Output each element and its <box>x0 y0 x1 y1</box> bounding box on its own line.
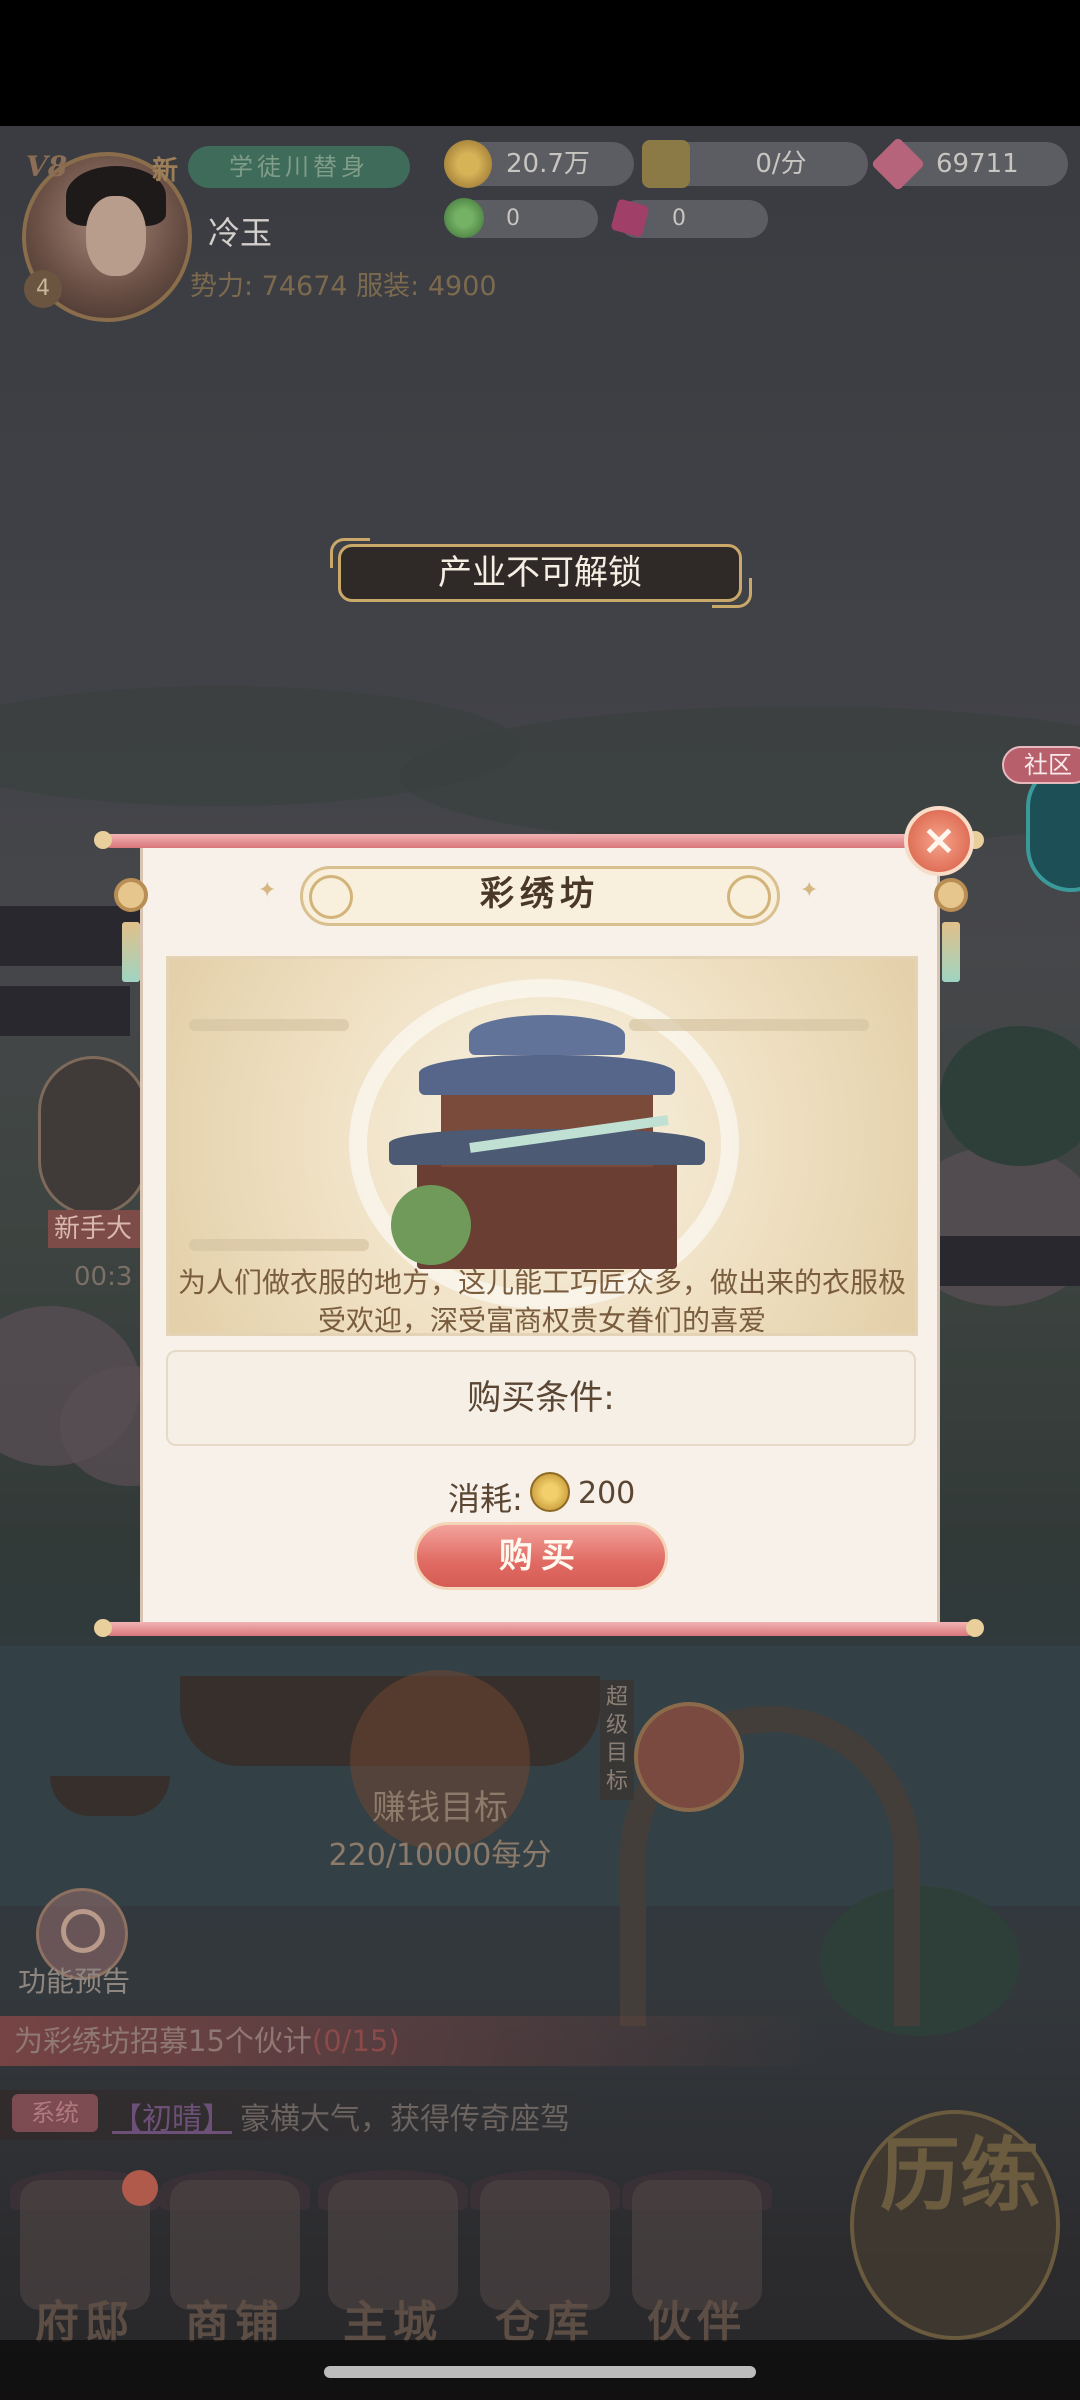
coins-value: 20.7万 <box>506 149 590 179</box>
toast-message: 产业不可解锁 <box>338 544 742 602</box>
scroll-knob-right <box>934 878 968 912</box>
coins-resource[interactable]: 20.7万 <box>444 140 634 188</box>
nav-shop[interactable]: 商铺 <box>160 2170 310 2350</box>
system-tag: 系统 <box>12 2094 98 2132</box>
nav-warehouse[interactable]: 仓库 <box>470 2170 620 2350</box>
player-name: 冷玉 <box>208 214 273 252</box>
money-goal-progress: 220/10000每分 <box>328 1838 552 1873</box>
notification-badge <box>122 2170 158 2206</box>
cost-label: 消耗: <box>448 1480 523 1518</box>
training-label[interactable]: 历练 <box>860 2130 1060 2220</box>
condition-title: 购买条件: <box>467 1378 615 1418</box>
green-value: 0 <box>506 206 520 231</box>
coin-icon <box>444 140 492 188</box>
chat-message: 豪横大气，获得传奇座驾 <box>240 2102 570 2137</box>
novice-event-timer: 00:3 <box>74 1262 133 1292</box>
home-indicator[interactable] <box>324 2366 756 2378</box>
income-value: 0/分 <box>755 149 807 179</box>
new-tag: 新 <box>152 156 179 186</box>
player-title[interactable]: 学徒川替身 <box>188 146 410 188</box>
task-bar[interactable]: 为彩绣坊招募15个伙计(0/15) <box>0 2016 820 2066</box>
close-icon[interactable]: × <box>904 806 974 876</box>
green-token-icon <box>444 198 484 238</box>
tassel-left <box>122 922 140 982</box>
vip-badge[interactable]: V8 <box>26 150 67 183</box>
player-stats: 势力: 74674 服装: 4900 <box>190 271 497 302</box>
task-text: 为彩绣坊招募15个伙计 <box>14 2024 312 2058</box>
building-description: 为人们做衣服的地方，这儿能工巧匠众多，做出来的衣服极受欢迎，深受富商权贵女眷们的… <box>177 1266 906 1337</box>
scroll-rod-bottom <box>94 1619 984 1637</box>
novice-event-icon[interactable] <box>38 1056 148 1216</box>
super-goal-label[interactable]: 超级目标 <box>600 1680 634 1800</box>
scroll-knob-left <box>114 878 148 912</box>
nav-partner[interactable]: 伙伴 <box>622 2170 772 2350</box>
community-tab[interactable]: 社区 <box>1002 746 1080 784</box>
buy-button[interactable]: 购买 <box>414 1522 668 1590</box>
toast-ornament-right <box>712 578 752 608</box>
modal-title: 彩绣坊 <box>480 874 600 914</box>
nav-mansion[interactable]: 府邸 <box>10 2170 160 2350</box>
income-icon <box>642 140 690 188</box>
pink-resource[interactable]: 0 <box>610 198 768 238</box>
money-goal-title[interactable]: 赚钱目标 <box>340 1780 540 1829</box>
sparkle-icon: ✦ <box>800 878 819 903</box>
player-level: 4 <box>24 270 62 308</box>
income-resource[interactable]: 0/分 <box>642 140 868 188</box>
cost-value: 200 <box>578 1476 636 1511</box>
super-goal-icon[interactable] <box>634 1702 744 1812</box>
chat-player-name[interactable]: 【初晴】 <box>112 2094 232 2138</box>
tassel-right <box>942 922 960 982</box>
coin-icon <box>530 1472 570 1512</box>
sparkle-icon: ✦ <box>258 878 277 903</box>
pink-value: 0 <box>672 206 686 231</box>
green-resource[interactable]: 0 <box>444 198 598 238</box>
gems-resource[interactable]: 69711 <box>870 136 1068 192</box>
nav-city[interactable]: 主城 <box>318 2170 468 2350</box>
status-bar <box>0 0 1080 126</box>
feature-preview-label[interactable]: 功能预告 <box>18 1960 130 2000</box>
gems-value: 69711 <box>936 149 1019 179</box>
scroll-rod-top <box>94 831 984 849</box>
task-progress: (0/15) <box>311 2024 400 2058</box>
novice-event-label[interactable]: 新手大 <box>48 1210 148 1248</box>
